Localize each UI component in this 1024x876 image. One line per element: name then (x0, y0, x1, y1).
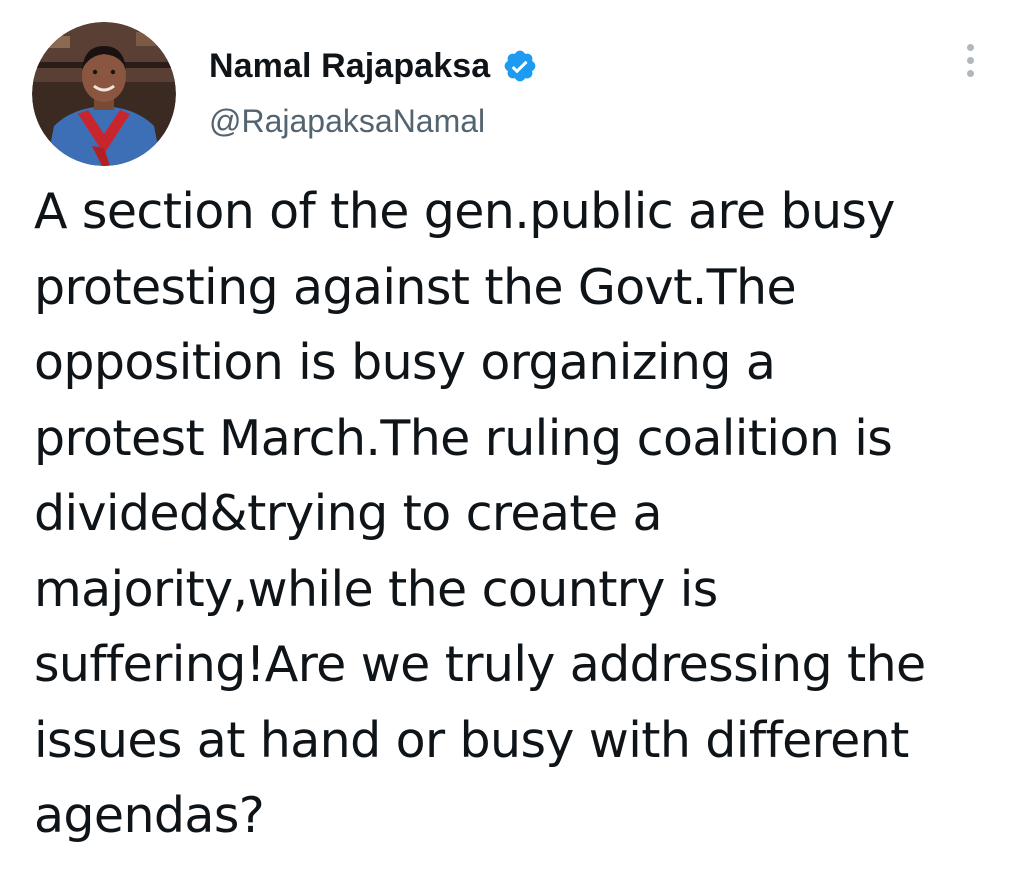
author-handle[interactable]: @RajapaksaNamal (209, 103, 485, 140)
author-avatar[interactable] (32, 22, 176, 166)
avatar-photo-icon (32, 22, 176, 166)
verified-badge-icon (502, 48, 538, 84)
tweet: Namal Rajapaksa @RajapaksaNamal A sectio… (0, 0, 1024, 876)
more-options-icon[interactable] (958, 40, 982, 88)
author-name-row: Namal Rajapaksa (209, 46, 538, 86)
author-display-name[interactable]: Namal Rajapaksa (209, 47, 490, 86)
tweet-text: A section of the gen.public are busy pro… (34, 183, 926, 844)
